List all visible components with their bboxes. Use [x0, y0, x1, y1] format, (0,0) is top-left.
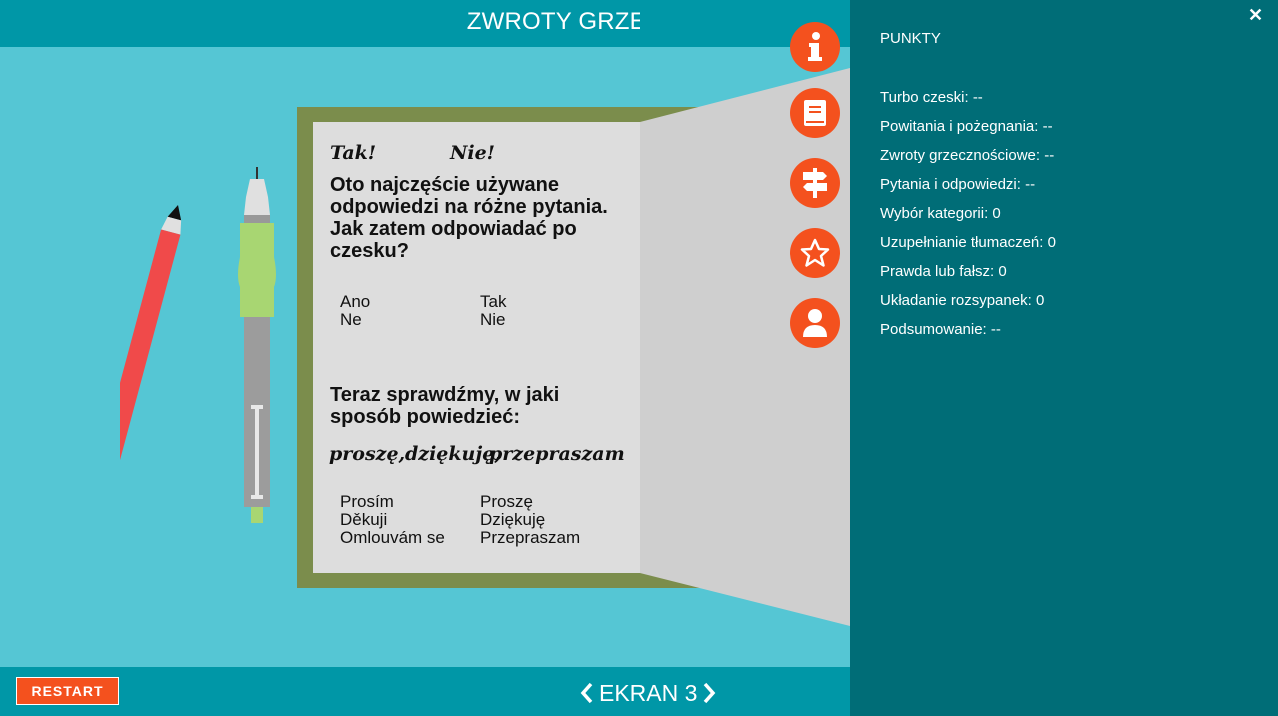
- chevron-right-icon: [704, 682, 716, 704]
- phrase-dziekuje: dziękuję,: [405, 443, 501, 465]
- phrase-prosze: proszę,: [329, 443, 406, 465]
- chevron-left-icon: [580, 682, 593, 704]
- intro-text: Oto najczęście używane odpowiedzi na róż…: [330, 174, 608, 262]
- question2-text: Teraz sprawdźmy, w jaki sposób powiedzie…: [330, 384, 560, 428]
- user-icon: [803, 309, 827, 337]
- czech-word: Děkuji: [340, 510, 388, 529]
- pairs1-polish: Tak Nie: [480, 293, 506, 329]
- phrase-przepraszam: przepraszam: [489, 443, 625, 465]
- polish-word: Proszę: [480, 492, 533, 511]
- czech-word: Ne: [340, 310, 362, 329]
- score-item: Powitania i pożegnania: --: [880, 118, 1053, 135]
- polish-word: Nie: [480, 310, 506, 329]
- polish-word: Dziękuję: [480, 510, 546, 529]
- pairs2-czech: Prosím Děkuji Omlouvám se: [340, 493, 445, 547]
- czech-word: Omlouvám se: [340, 528, 445, 547]
- title-yes: Tak!: [330, 142, 377, 164]
- book-icon: [804, 100, 826, 126]
- close-icon[interactable]: ✕: [1248, 5, 1263, 26]
- czech-word: Prosím: [340, 492, 394, 511]
- polish-word: Przepraszam: [480, 528, 581, 547]
- score-item: Turbo czeski: --: [880, 89, 983, 106]
- signpost-icon: [803, 168, 827, 198]
- restart-button[interactable]: RESTART: [16, 677, 119, 705]
- czech-word: Ano: [340, 292, 371, 311]
- book-button[interactable]: [790, 88, 840, 138]
- score-panel: ✕ PUNKTY Turbo czeski: -- Powitania i po…: [850, 0, 1278, 716]
- next-screen-button[interactable]: [702, 682, 716, 704]
- user-button[interactable]: [790, 298, 840, 348]
- pairs1-czech: Ano Ne: [340, 293, 370, 329]
- star-button[interactable]: [790, 228, 840, 278]
- score-list: Turbo czeski: -- Powitania i pożegnania:…: [880, 88, 1056, 349]
- screen-navigation: EKRAN 3: [580, 678, 716, 708]
- score-item: Wybór kategorii: 0: [880, 205, 1001, 222]
- footer-bar: [0, 667, 850, 716]
- info-button[interactable]: [790, 22, 840, 72]
- score-item: Pytania i odpowiedzi: --: [880, 176, 1036, 193]
- signpost-button[interactable]: [790, 158, 840, 208]
- prev-screen-button[interactable]: [580, 682, 594, 704]
- star-icon: [800, 238, 830, 267]
- panel-title: PUNKTY: [880, 30, 941, 47]
- score-item: Podsumowanie: --: [880, 321, 1001, 338]
- score-item: Prawda lub fałsz: 0: [880, 263, 1007, 280]
- pairs2-polish: Proszę Dziękuję Przepraszam: [480, 493, 580, 547]
- polish-word: Tak: [480, 292, 507, 311]
- score-item: Układanie rozsypanek: 0: [880, 292, 1045, 309]
- title-no: Nie!: [450, 142, 496, 164]
- score-item: Uzupełnianie tłumaczeń: 0: [880, 234, 1056, 251]
- info-icon: [808, 32, 822, 61]
- score-item: Zwroty grzecznościowe: --: [880, 147, 1055, 164]
- screen-label: EKRAN 3: [599, 679, 698, 706]
